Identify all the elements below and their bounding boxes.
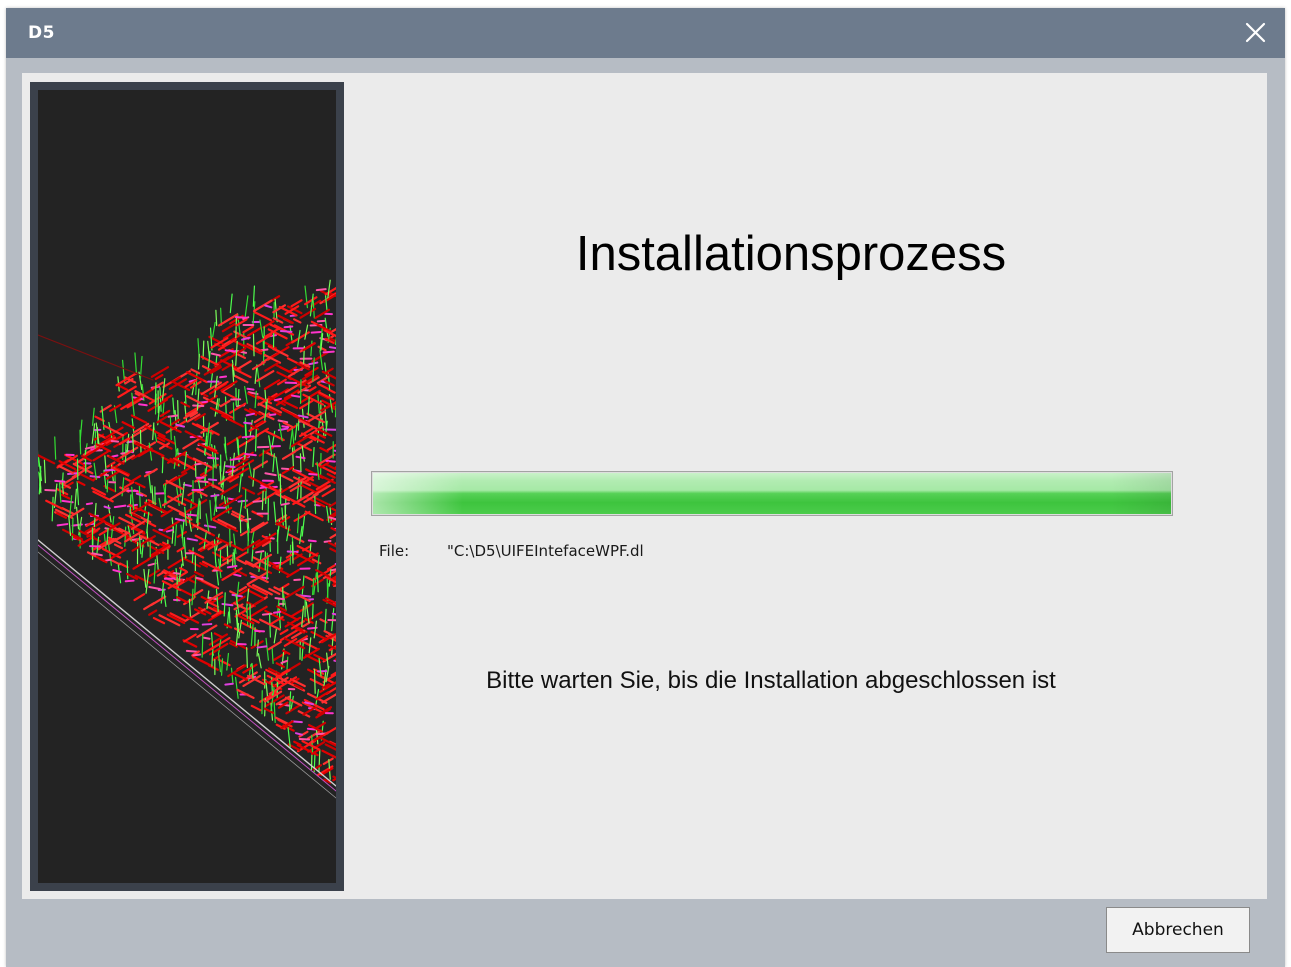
wait-message: Bitte warten Sie, bis die Installation a…	[486, 667, 1056, 694]
progress-fill	[373, 473, 1171, 514]
title-bar: D5	[6, 8, 1285, 58]
installer-window: D5 Installationsprozess File: "C:\D5\UIF…	[6, 8, 1285, 967]
close-button[interactable]	[1237, 15, 1273, 51]
file-label: File:	[379, 542, 410, 560]
file-path-value: "C:\D5\UIFEIntefaceWPF.dl	[447, 542, 644, 560]
wireframe-render-image	[38, 90, 336, 883]
close-icon	[1245, 22, 1266, 43]
window-title: D5	[28, 23, 55, 43]
content-panel: Installationsprozess File: "C:\D5\UIFEIn…	[22, 73, 1267, 899]
cancel-button[interactable]: Abbrechen	[1106, 907, 1250, 953]
side-banner-image	[30, 82, 344, 891]
page-title: Installationsprozess	[575, 227, 1007, 281]
progress-bar	[371, 471, 1173, 516]
